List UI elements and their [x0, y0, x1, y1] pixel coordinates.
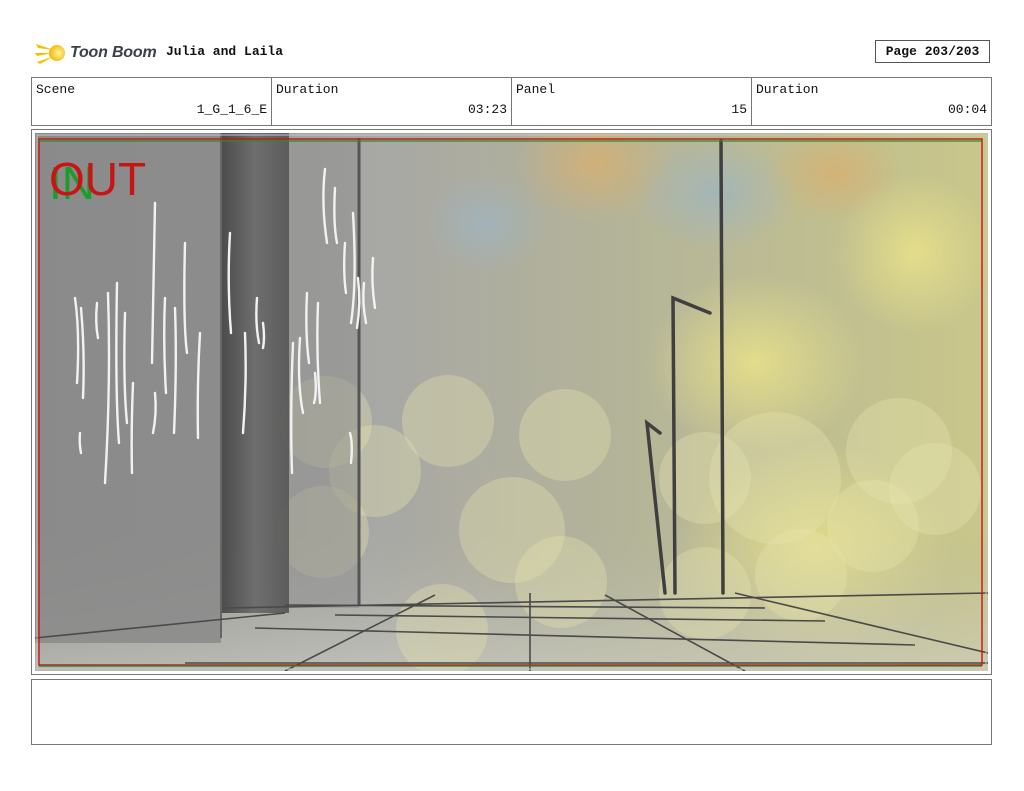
panel-label: Panel	[516, 82, 556, 97]
panel-value: 15	[731, 102, 747, 117]
panel-notes	[31, 679, 992, 745]
panel-duration-cell: Duration 00:04	[752, 78, 991, 125]
scene-value: 1_G_1_6_E	[196, 102, 267, 117]
scene-duration-value: 03:23	[467, 102, 507, 117]
scene-label: Scene	[36, 82, 76, 97]
out-marker: OUT	[49, 153, 146, 205]
panel-duration-label: Duration	[756, 82, 819, 97]
project-title: Julia and Laila	[166, 44, 284, 59]
storyboard-panel: IN OUT	[31, 129, 992, 675]
scene-info-table: Scene 1_G_1_6_E Duration 03:23 Panel 15 …	[31, 77, 992, 126]
panel-duration-value: 00:04	[947, 102, 987, 117]
page-number: Page 203/203	[875, 40, 990, 63]
logo-text: Toon Boom	[70, 44, 157, 61]
panel-drawing: IN OUT	[35, 133, 988, 671]
scene-duration-cell: Duration 03:23	[272, 78, 512, 125]
scene-cell: Scene 1_G_1_6_E	[32, 78, 272, 125]
scene-duration-label: Duration	[276, 82, 339, 97]
toon-boom-logo: Toon Boom	[34, 36, 157, 70]
comet-icon	[35, 44, 65, 64]
panel-cell: Panel 15	[512, 78, 752, 125]
